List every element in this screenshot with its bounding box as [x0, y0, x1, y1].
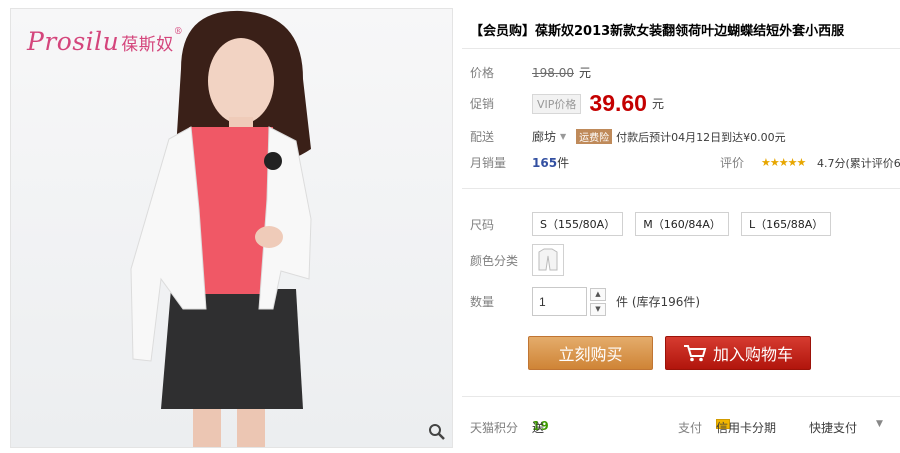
sales-label: 月销量 — [470, 156, 507, 170]
size-option-m[interactable]: M（160/84A） — [635, 212, 729, 236]
rating-stars: ★★★★★ — [761, 156, 806, 169]
original-price-label: 价格 — [470, 66, 495, 80]
size-option-l[interactable]: L（165/88A） — [740, 212, 832, 236]
quick-pay[interactable]: 快捷支付 — [809, 419, 857, 436]
quantity-decrease-button[interactable]: ▼ — [590, 302, 606, 316]
promo-price: 39.60 — [589, 90, 647, 116]
payment-label: 支付 — [678, 421, 703, 435]
points-label: 天猫积分 — [470, 421, 519, 435]
product-title: 【会员购】葆斯奴2013新款女装翻领荷叶边蝴蝶结短外套小西服 — [470, 24, 845, 39]
size-row: 尺码 S（155/80A） M（160/84A） L（165/88A） — [470, 212, 843, 236]
color-label: 颜色分类 — [470, 253, 519, 268]
promo-price-unit: 元 — [651, 97, 664, 111]
quantity-label: 数量 — [470, 295, 495, 309]
chevron-down-icon[interactable]: ▼ — [560, 132, 566, 141]
vip-tag: VIP价格 — [532, 93, 582, 114]
model-illustration — [130, 10, 312, 447]
buy-now-button[interactable]: 立刻购买 — [528, 336, 653, 370]
add-to-cart-label: 加入购物车 — [712, 345, 793, 364]
shipping-row: 配送 廊坊 ▼ 运费险 付款后预计04月12日到达¥0.00元 — [470, 128, 786, 145]
credit-card-installment[interactable]: 信用卡分期 — [716, 419, 776, 435]
shipping-insurance-tag: 运费险 — [576, 129, 613, 144]
original-price: 198.00 — [532, 65, 574, 80]
product-photo[interactable]: Prosilu 葆斯奴® — [10, 8, 453, 448]
sales-unit: 件 — [557, 156, 570, 170]
stock-info: 件 (库存196件) — [616, 295, 701, 309]
cart-icon — [683, 345, 707, 362]
buy-now-label: 立刻购买 — [558, 345, 623, 364]
sales-count: 165 — [532, 155, 558, 170]
color-option-white[interactable] — [532, 244, 564, 276]
jacket-thumbnail-icon — [538, 248, 558, 271]
promo-label: 促销 — [470, 97, 495, 111]
divider — [462, 396, 900, 397]
divider — [462, 188, 900, 189]
divider — [462, 48, 900, 49]
original-price-unit: 元 — [579, 66, 592, 80]
chevron-down-icon[interactable]: ▼ — [876, 419, 883, 429]
zoom-icon[interactable] — [428, 423, 446, 441]
size-option-s[interactable]: S（155/80A） — [532, 212, 624, 236]
quantity-input[interactable] — [532, 287, 587, 316]
rating-label: 评价 — [720, 156, 745, 170]
shipping-estimate: 付款后预计04月12日到达¥0.00元 — [616, 130, 786, 144]
quantity-row: 数量 ▲ ▼ 件 (库存196件) — [470, 287, 700, 316]
brand-logo: Prosilu 葆斯奴® — [27, 27, 184, 56]
shipping-label: 配送 — [470, 130, 495, 144]
shipping-location-select[interactable]: 廊坊 — [532, 128, 556, 145]
add-to-cart-button[interactable]: 加入购物车 — [665, 336, 811, 370]
points-value: 送 19 — [532, 419, 549, 435]
original-price-row: 价格 198.00 元 — [470, 64, 591, 81]
color-row: 颜色分类 — [470, 244, 564, 276]
quantity-increase-button[interactable]: ▲ — [590, 287, 606, 301]
rating-score[interactable]: 4.7分(累计评价6 — [817, 155, 900, 171]
promo-price-row: 促销 VIP价格 39.60 元 — [470, 90, 664, 117]
quantity-stepper: ▲ ▼ — [590, 287, 606, 316]
points-payment-bar: 天猫积分 送 19 支付 信用卡分期 快捷支付 ▼ — [470, 419, 900, 435]
size-label: 尺码 — [470, 217, 495, 232]
sales-row: 月销量 165 件 评价 ★★★★★ 4.7分(累计评价6 — [470, 154, 900, 171]
